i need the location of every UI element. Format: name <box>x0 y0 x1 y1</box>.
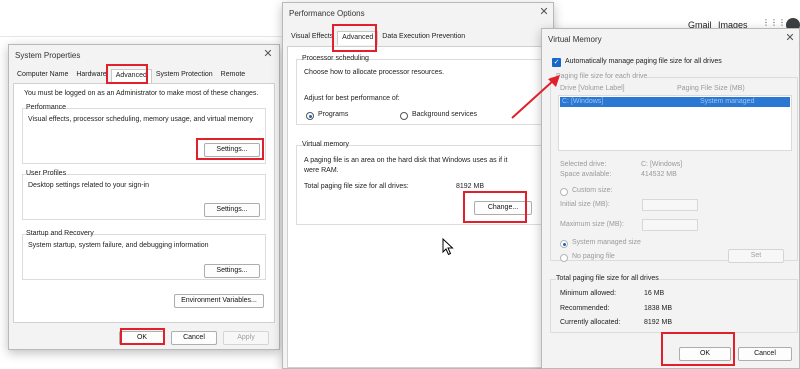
ok-button[interactable]: OK <box>119 331 165 345</box>
tab-advanced[interactable]: Advanced <box>337 31 379 45</box>
total-paging-label: Total paging file size for all drives: <box>304 183 409 190</box>
adjust-label: Adjust for best performance of: <box>304 95 400 102</box>
programs-label: Programs <box>318 111 349 118</box>
window-title: Virtual Memory <box>548 35 602 44</box>
virtual-memory-title: Virtual memory <box>302 141 349 148</box>
system-managed-radio[interactable] <box>560 240 568 248</box>
list-item[interactable]: C: [Windows] System managed <box>560 97 790 107</box>
maximum-size-label: Maximum size (MB): <box>560 221 624 228</box>
auto-manage-label: Automatically manage paging file size fo… <box>565 58 722 65</box>
currently-allocated-label: Currently allocated: <box>560 319 621 326</box>
space-available-value: 414532 MB <box>641 171 677 178</box>
totals-title: Total paging file size for all drives <box>556 275 659 282</box>
drive-cell: C: [Windows] <box>562 98 604 105</box>
recommended-label: Recommended: <box>560 305 610 312</box>
paging-file-header: Paging file size for each drive <box>556 73 648 80</box>
auto-manage-checkbox[interactable]: ✓ <box>552 58 561 67</box>
performance-options-window: Performance Options ✕ Visual Effects Adv… <box>282 2 554 369</box>
close-icon[interactable]: ✕ <box>537 5 551 19</box>
close-icon[interactable]: ✕ <box>783 31 797 45</box>
virtual-memory-window: Virtual Memory ✕ ✓ Automatically manage … <box>541 28 800 369</box>
initial-size-field[interactable] <box>642 199 698 211</box>
virtual-memory-desc-1: A paging file is an area on the hard dis… <box>304 157 508 164</box>
red-arrow-icon <box>511 75 560 119</box>
processor-scheduling-title: Processor scheduling <box>302 55 369 62</box>
window-title: System Properties <box>15 51 81 60</box>
currently-allocated-value: 8192 MB <box>644 319 673 326</box>
admin-note: You must be logged on as an Administrato… <box>24 90 259 97</box>
set-button[interactable]: Set <box>728 249 784 263</box>
total-paging-value: 8192 MB <box>456 183 485 190</box>
no-paging-label: No paging file <box>572 253 615 260</box>
system-properties-window: System Properties ✕ Computer Name Hardwa… <box>8 44 280 350</box>
mouse-pointer-icon <box>442 238 454 256</box>
custom-size-label: Custom size: <box>572 187 613 194</box>
tab-remote[interactable]: Remote <box>217 69 250 83</box>
size-cell: System managed <box>700 98 755 105</box>
close-icon[interactable]: ✕ <box>261 47 275 61</box>
tab-visual-effects[interactable]: Visual Effects <box>287 31 337 45</box>
selected-drive-value: C: [Windows] <box>641 161 683 168</box>
maximum-size-field[interactable] <box>642 219 698 231</box>
tab-strip: Visual Effects Advanced Data Execution P… <box>287 31 469 45</box>
startup-desc: System startup, system failure, and debu… <box>28 242 209 249</box>
minimum-allowed-value: 16 MB <box>644 290 665 297</box>
user-profiles-title: User Profiles <box>26 170 67 177</box>
drive-list[interactable]: C: [Windows] System managed <box>558 95 792 151</box>
space-available-label: Space available: <box>560 171 612 178</box>
ok-button[interactable]: OK <box>679 347 731 361</box>
advanced-tab-panel: You must be logged on as an Administrato… <box>13 83 275 323</box>
column-size: Paging File Size (MB) <box>677 85 745 92</box>
user-profiles-settings-button[interactable]: Settings... <box>204 203 260 217</box>
environment-variables-button[interactable]: Environment Variables... <box>174 294 264 308</box>
no-paging-radio[interactable] <box>560 254 568 262</box>
user-profiles-desc: Desktop settings related to your sign-in <box>28 182 150 189</box>
tab-hardware[interactable]: Hardware <box>72 69 110 83</box>
initial-size-label: Initial size (MB): <box>560 201 610 208</box>
programs-radio[interactable] <box>306 112 314 120</box>
change-button[interactable]: Change... <box>474 201 532 215</box>
startup-title: Startup and Recovery <box>26 230 94 237</box>
startup-settings-button[interactable]: Settings... <box>204 264 260 278</box>
virtual-memory-desc-2: were RAM. <box>304 167 339 174</box>
performance-title: Performance <box>26 104 67 111</box>
minimum-allowed-label: Minimum allowed: <box>560 290 617 297</box>
cancel-button[interactable]: Cancel <box>171 331 217 345</box>
system-managed-label: System managed size <box>572 239 641 246</box>
cancel-button[interactable]: Cancel <box>738 347 792 361</box>
selected-drive-label: Selected drive: <box>560 161 607 168</box>
window-title: Performance Options <box>289 9 365 18</box>
custom-size-radio[interactable] <box>560 188 568 196</box>
recommended-value: 1838 MB <box>644 305 673 312</box>
performance-settings-button[interactable]: Settings... <box>204 143 260 157</box>
tab-strip: Computer Name Hardware Advanced System P… <box>13 69 249 83</box>
tab-system-protection[interactable]: System Protection <box>152 69 217 83</box>
background-services-radio[interactable] <box>400 112 408 120</box>
apply-button[interactable]: Apply <box>223 331 269 345</box>
performance-desc: Visual effects, processor scheduling, me… <box>28 116 254 123</box>
column-drive: Drive [Volume Label] <box>560 85 625 92</box>
apps-icon[interactable]: ⋮⋮⋮ <box>762 18 786 27</box>
processor-desc: Choose how to allocate processor resourc… <box>304 69 445 76</box>
background-services-label: Background services <box>412 111 477 118</box>
tab-dep[interactable]: Data Execution Prevention <box>378 31 469 45</box>
tab-advanced[interactable]: Advanced <box>110 69 152 83</box>
tab-computer-name[interactable]: Computer Name <box>13 69 72 83</box>
